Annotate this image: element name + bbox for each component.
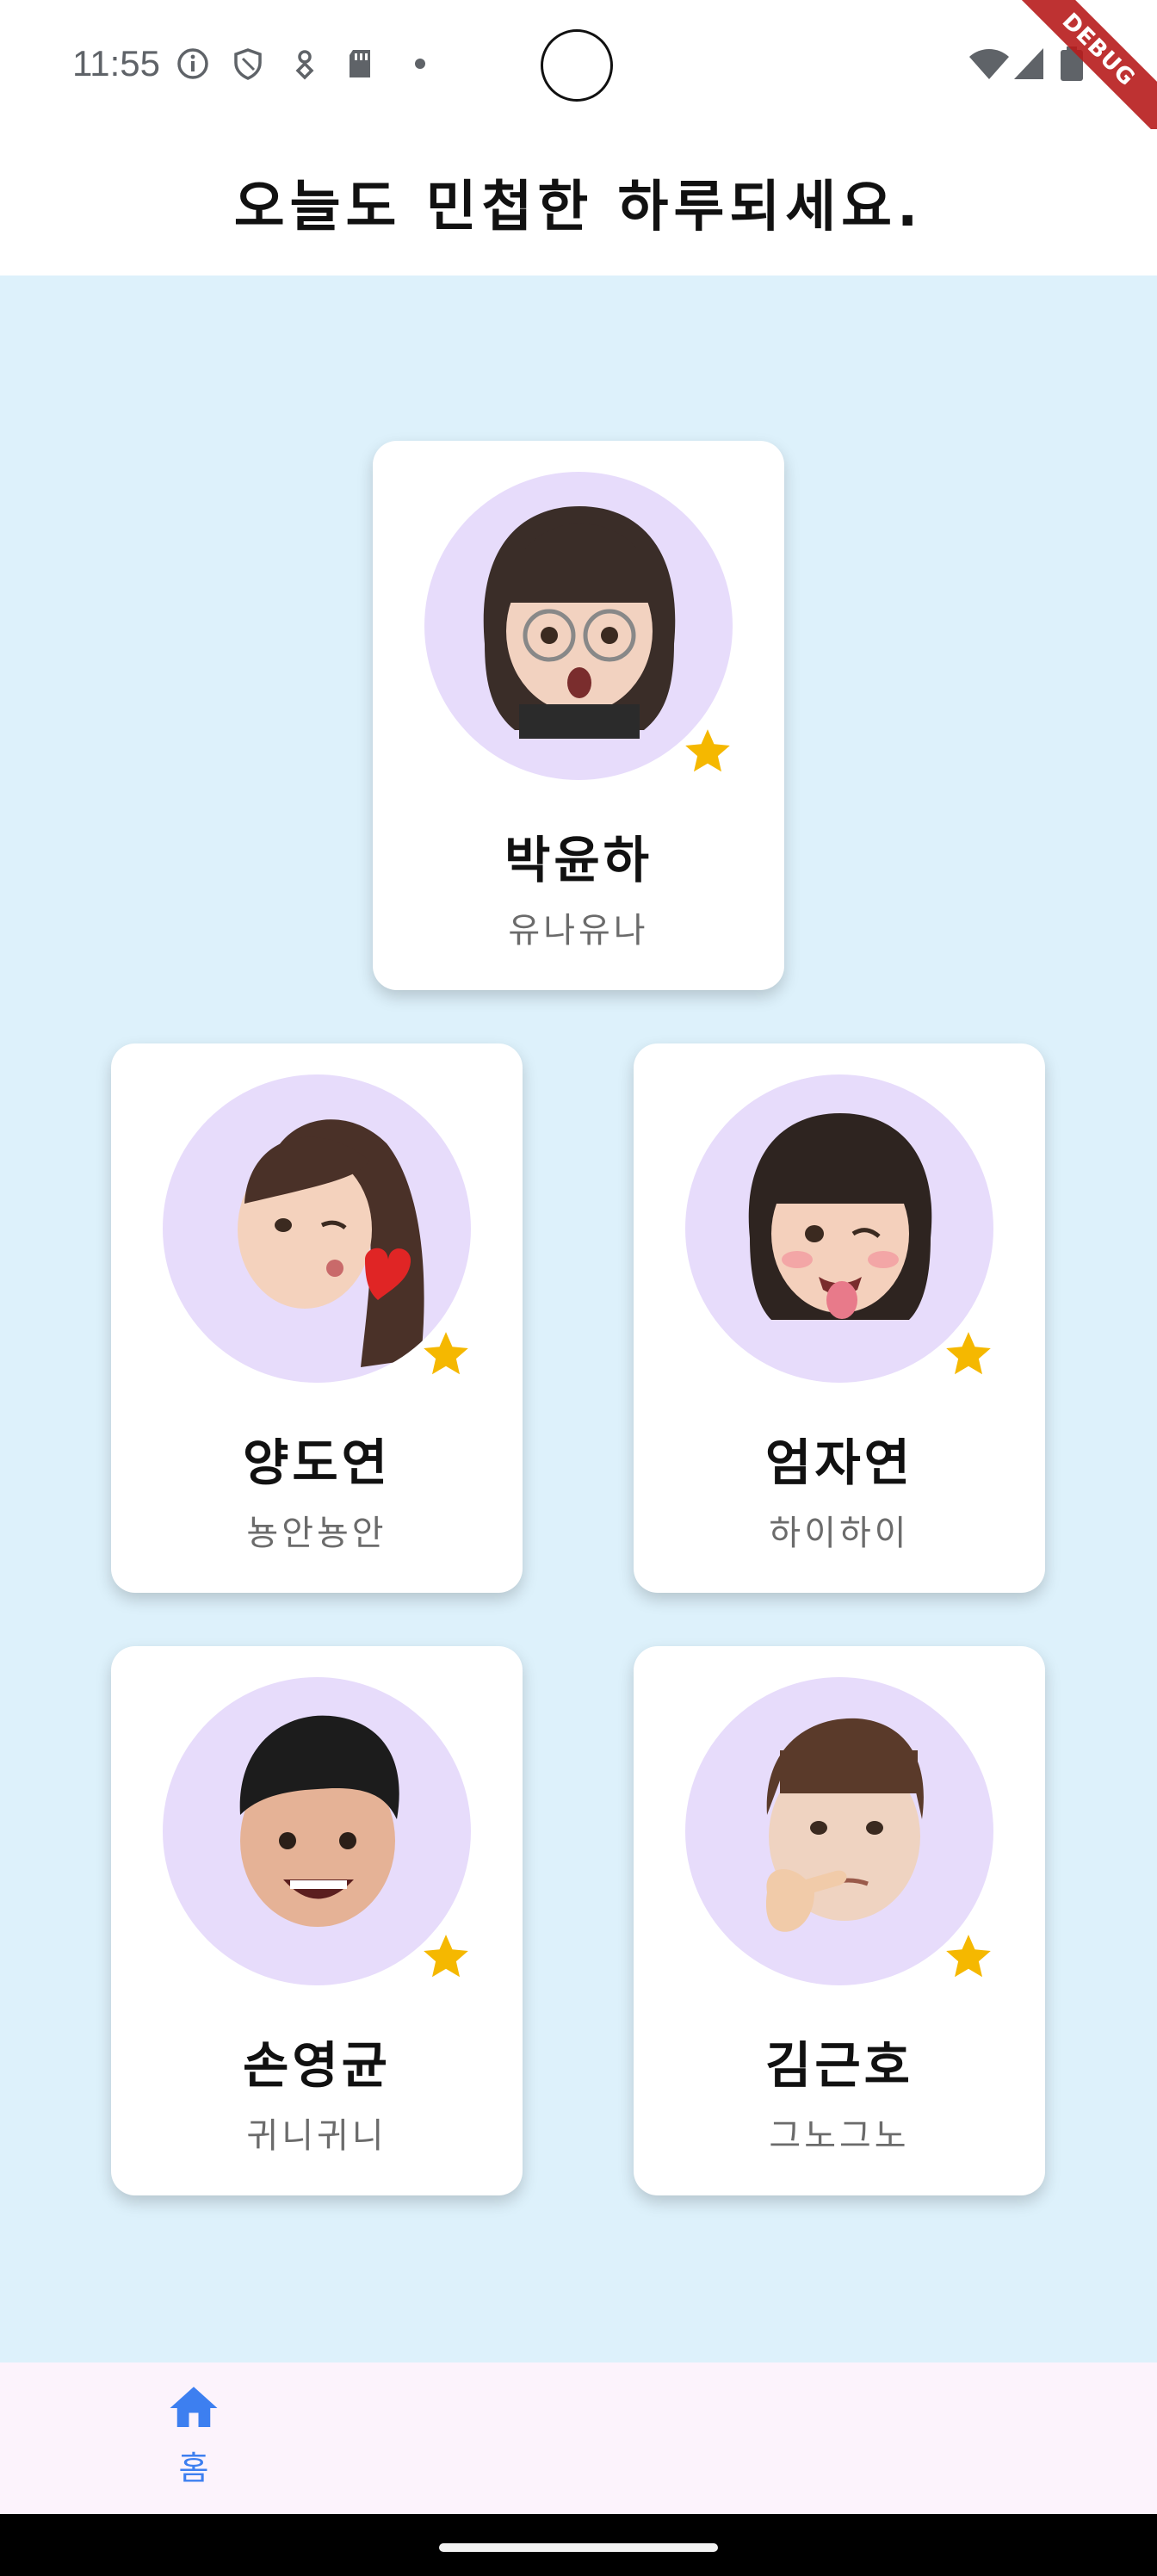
location-icon xyxy=(295,50,314,80)
system-navigation-bar xyxy=(0,2514,1157,2576)
app-bar: 오늘도 민첩한 하루되세요. xyxy=(0,129,1157,276)
profile-nickname: 그노그노 xyxy=(769,2116,910,2156)
nav-item-label: 홈 xyxy=(178,2449,209,2487)
profile-name: 손영균 xyxy=(242,2036,392,2095)
home-gesture-handle[interactable] xyxy=(439,2543,718,2552)
profile-nickname: 하이하이 xyxy=(769,1514,910,1553)
shield-icon xyxy=(234,48,262,80)
profile-nickname: 뇽안뇽안 xyxy=(246,1514,387,1553)
status-time: 11:55 xyxy=(72,43,160,84)
home-icon xyxy=(170,2387,218,2427)
wifi-icon xyxy=(969,49,1009,79)
star-icon xyxy=(946,1935,991,1978)
page-title: 오늘도 민첩한 하루되세요. xyxy=(233,176,924,239)
star-icon xyxy=(685,729,730,772)
profile-name: 박윤하 xyxy=(504,831,653,889)
profile-name: 김근호 xyxy=(764,2036,914,2095)
star-icon xyxy=(424,1332,468,1375)
star-icon xyxy=(424,1935,468,1978)
camera-cutout xyxy=(541,29,613,102)
profile-card[interactable]: 손영균 귀니귀니 xyxy=(111,1646,523,2195)
profile-name: 양도연 xyxy=(242,1434,392,1492)
profile-nickname: 귀니귀니 xyxy=(246,2116,387,2156)
profile-card[interactable]: 엄자연 하이하이 xyxy=(634,1043,1045,1593)
status-bar: 11:55 DEBUG xyxy=(0,0,1157,143)
profile-nickname: 유나유나 xyxy=(508,911,649,951)
profile-card[interactable]: 박윤하 유나유나 xyxy=(373,441,784,990)
nav-item-home[interactable]: 홈 xyxy=(129,2380,258,2497)
dot-icon xyxy=(415,59,425,69)
bottom-navigation: 홈 xyxy=(0,2362,1157,2514)
friends-grid: 박윤하 유나유나 양도연 뇽안뇽안 엄자연 하이하이 손영균 귀니귀니 김근호 … xyxy=(0,276,1157,2362)
profile-name: 엄자연 xyxy=(764,1434,914,1492)
profile-card[interactable]: 양도연 뇽안뇽안 xyxy=(111,1043,523,1593)
signal-icon xyxy=(1014,48,1043,79)
star-icon xyxy=(946,1332,991,1375)
profile-card[interactable]: 김근호 그노그노 xyxy=(634,1646,1045,2195)
info-icon xyxy=(177,48,208,79)
sd-card-icon xyxy=(350,50,370,77)
